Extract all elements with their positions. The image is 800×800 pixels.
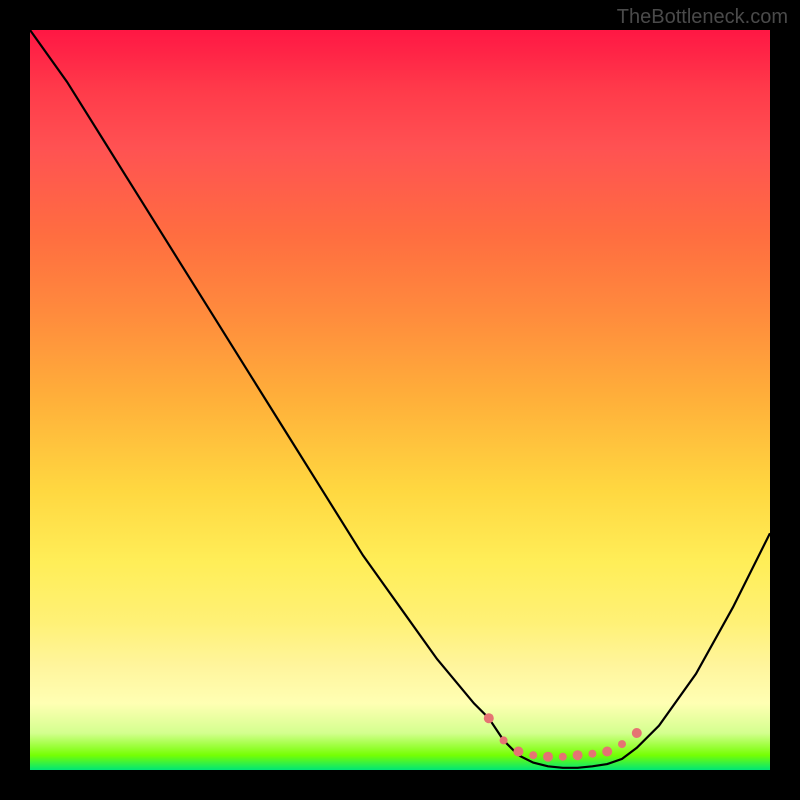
sweet-spot-dot [500,736,508,744]
sweet-spot-dots [484,713,642,762]
sweet-spot-dot [632,728,642,738]
sweet-spot-dot [602,747,612,757]
sweet-spot-dot [559,753,567,761]
bottleneck-curve-line [30,30,770,768]
watermark-text: TheBottleneck.com [617,6,788,29]
sweet-spot-dot [618,740,626,748]
chart-area [30,30,770,770]
sweet-spot-dot [543,752,553,762]
sweet-spot-dot [484,713,494,723]
sweet-spot-dot [588,750,596,758]
sweet-spot-dot [529,751,537,759]
bottleneck-curve-svg [30,30,770,770]
sweet-spot-dot [513,747,523,757]
sweet-spot-dot [573,750,583,760]
